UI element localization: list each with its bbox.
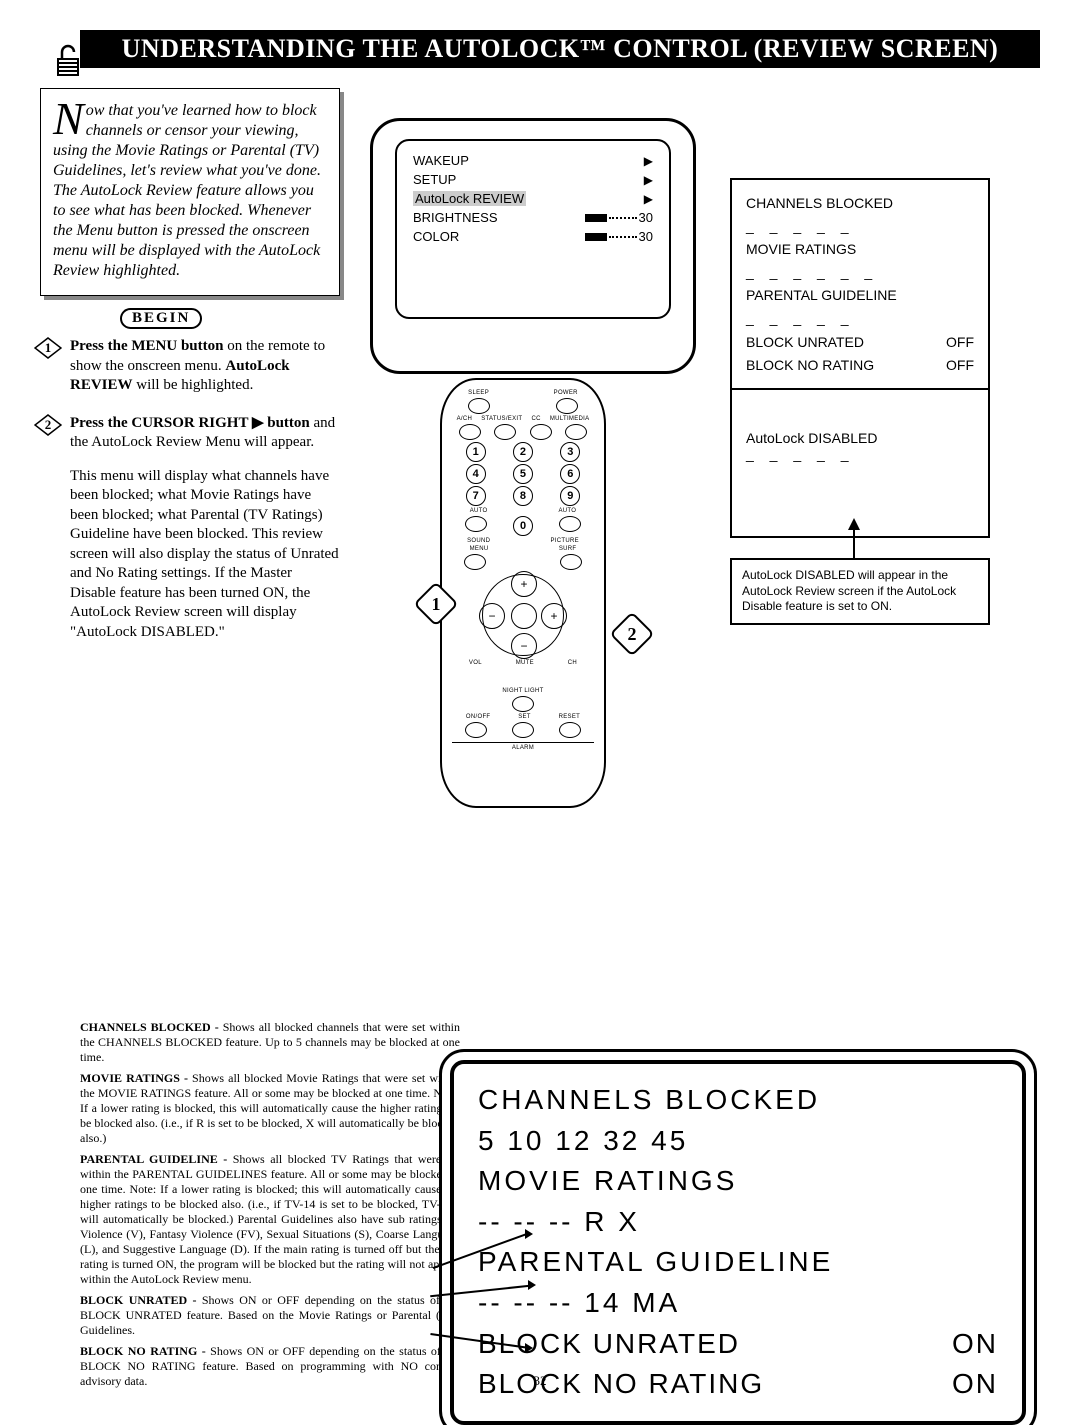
arrow-right-icon: ▶ [644, 154, 653, 168]
cursor-right-button[interactable]: + [541, 603, 567, 629]
review-box-filled: CHANNELS BLOCKED 5 10 12 32 45 MOVIE RAT… [450, 1060, 1026, 1425]
disabled-box: AutoLock DISABLED _ _ _ _ _ [730, 388, 990, 538]
dropcap: N [53, 101, 86, 137]
cc-button[interactable] [530, 424, 552, 440]
intro-text: ow that you've learned how to block chan… [53, 102, 321, 279]
callout-2-icon: 2 [609, 611, 654, 656]
descriptions-block: CHANNELS BLOCKED - Shows all blocked cha… [80, 1020, 460, 1395]
lock-open-icon [55, 42, 81, 78]
digit-2[interactable]: 2 [513, 442, 533, 462]
digit-8[interactable]: 8 [513, 486, 533, 506]
ach-button[interactable] [459, 424, 481, 440]
night-light-label: NIGHT LIGHT [452, 688, 594, 694]
intro-box: N ow that you've learned how to block ch… [40, 88, 340, 296]
digit-3[interactable]: 3 [560, 442, 580, 462]
svg-text:2: 2 [45, 417, 52, 432]
review-box-blank: CHANNELS BLOCKED _ _ _ _ _ MOVIE RATINGS… [730, 178, 990, 391]
set-button[interactable] [512, 722, 534, 738]
title-text: UNDERSTANDING THE AUTOLOCK™ CONTROL (REV… [122, 34, 999, 63]
arrow-head-icon [528, 1280, 536, 1290]
osd-autolock-highlight: AutoLock REVIEW [413, 191, 526, 206]
tv-body: WAKEUP▶ SETUP▶ AutoLock REVIEW▶ BRIGHTNE… [370, 118, 696, 374]
onoff-button[interactable] [465, 722, 487, 738]
cursor-down-button[interactable]: − [511, 633, 537, 659]
arrow-right-icon: ▶ [644, 192, 653, 206]
digit-0[interactable]: 0 [513, 516, 533, 536]
begin-badge: BEGIN [120, 308, 202, 329]
sleep-button[interactable] [468, 398, 490, 414]
slider-dotted-icon [609, 217, 637, 219]
night-light-button[interactable] [512, 696, 534, 712]
multimedia-button[interactable] [565, 424, 587, 440]
osd-menu: WAKEUP▶ SETUP▶ AutoLock REVIEW▶ BRIGHTNE… [395, 139, 671, 319]
slider-dotted-icon [609, 236, 637, 238]
step-diamond-icon: 1 [34, 337, 62, 359]
arrow-head-icon [525, 1343, 533, 1353]
digit-1[interactable]: 1 [466, 442, 486, 462]
page-title: UNDERSTANDING THE AUTOLOCK™ CONTROL (REV… [80, 30, 1040, 68]
cursor-ring: + − − + [482, 574, 564, 656]
step-2: 2 Press the CURSOR RIGHT ▶ button and th… [40, 414, 340, 643]
digit-5[interactable]: 5 [513, 464, 533, 484]
illustration-area: WAKEUP▶ SETUP▶ AutoLock REVIEW▶ BRIGHTNE… [360, 88, 1040, 660]
digit-7[interactable]: 7 [466, 486, 486, 506]
mute-button[interactable] [511, 603, 537, 629]
power-button[interactable] [556, 398, 578, 414]
auto-picture-button[interactable] [559, 516, 581, 532]
digit-9[interactable]: 9 [560, 486, 580, 506]
slider-filled-icon [585, 233, 607, 241]
svg-text:1: 1 [45, 340, 52, 355]
arrow-head-icon [525, 1229, 533, 1239]
surf-button[interactable] [560, 554, 582, 570]
step-2-paragraph: This menu will display what channels hav… [70, 467, 340, 643]
status-button[interactable] [494, 424, 516, 440]
arrow-right-icon: ▶ [644, 173, 653, 187]
digit-6[interactable]: 6 [560, 464, 580, 484]
cursor-left-button[interactable]: − [479, 603, 505, 629]
page-number: 32 [0, 1373, 1080, 1389]
digit-4[interactable]: 4 [466, 464, 486, 484]
slider-filled-icon [585, 214, 607, 222]
note-box: AutoLock DISABLED will appear in the Aut… [730, 558, 990, 625]
step-diamond-icon: 2 [34, 414, 62, 436]
step-1: 1 Press the MENU button on the remote to… [40, 337, 340, 396]
reset-button[interactable] [559, 722, 581, 738]
remote-control: SLEEPPOWER A/CHSTATUS/EXITCCMULTIMEDIA 1… [440, 378, 606, 808]
cursor-up-button[interactable]: + [511, 571, 537, 597]
alarm-label: ALARM [452, 742, 594, 751]
menu-button[interactable] [464, 554, 486, 570]
auto-sound-button[interactable] [465, 516, 487, 532]
